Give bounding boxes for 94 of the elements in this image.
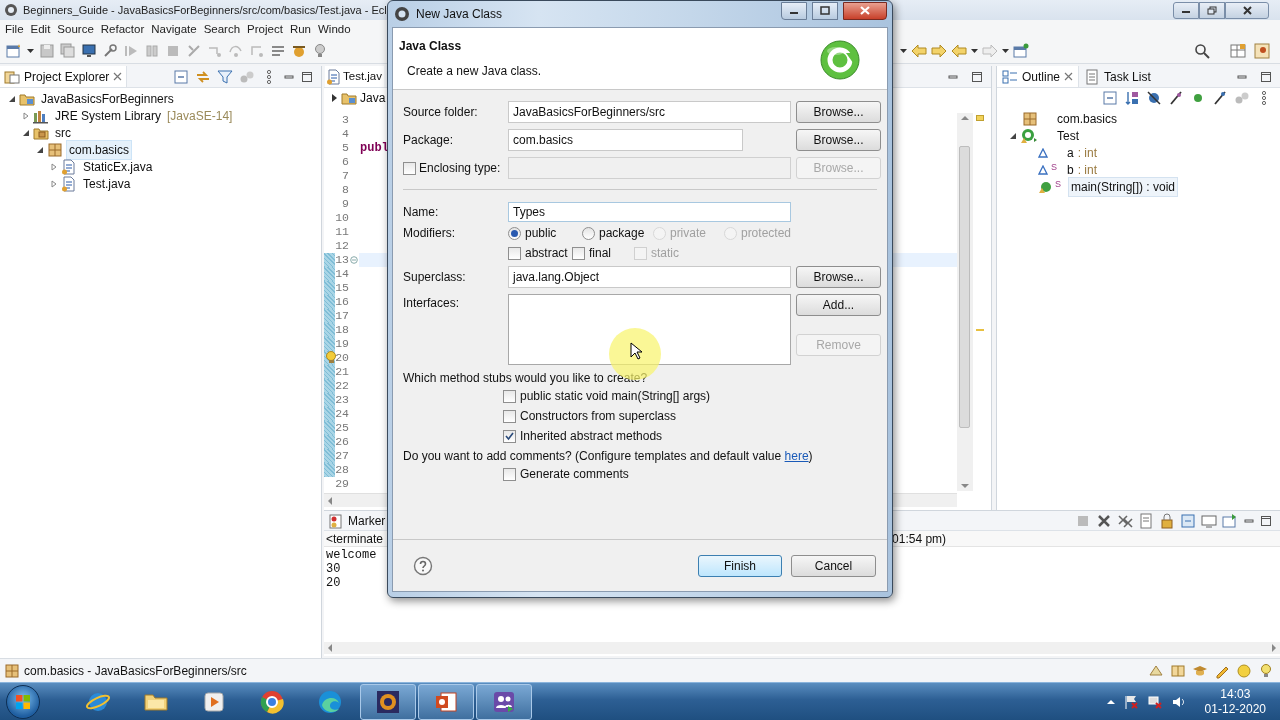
type-label: : int: [1077, 144, 1098, 162]
checkbox-label: public static void main(String[] args): [520, 388, 711, 405]
field-label: Package:: [403, 132, 455, 149]
line-number: 3: [341, 114, 349, 126]
console-output: welcome: [325, 548, 377, 562]
window-title: Beginners_Guide - JavaBasicsForBeginners/src/com/basics/Test.java - Ecl: [23, 2, 387, 18]
console-output: 20: [325, 576, 341, 590]
console-output: 30: [325, 562, 341, 576]
browse-button[interactable]: Browse...: [796, 101, 881, 123]
line-number: 22: [335, 380, 349, 392]
console-header: 01:54 pm): [892, 530, 947, 548]
console-header: <terminate: [325, 530, 384, 548]
add-button[interactable]: Add...: [796, 294, 881, 316]
menu-item[interactable]: File: [5, 20, 24, 39]
line-number: 17: [335, 310, 349, 322]
menu-item[interactable]: Run: [289, 20, 311, 39]
panel-tab[interactable]: Outline: [997, 66, 1080, 87]
code-line: publ: [360, 142, 389, 154]
checkbox-label: Constructors from superclass: [520, 408, 677, 425]
line-number: 10: [335, 212, 349, 224]
clock-date[interactable]: 01-12-2020: [1204, 701, 1266, 717]
line-number: 13: [335, 254, 349, 266]
menu-item[interactable]: Source: [57, 20, 94, 39]
text-field[interactable]: com.basics: [508, 129, 743, 151]
line-number: 11: [335, 226, 349, 238]
field-label: Superclass:: [403, 269, 467, 286]
panel-tab[interactable]: Task List: [1079, 66, 1156, 87]
finish-button[interactable]: Finish: [698, 554, 782, 577]
panel-tab[interactable]: Marker: [324, 511, 390, 530]
line-number: 20: [335, 352, 349, 364]
line-number: 26: [335, 436, 349, 448]
text-field[interactable]: JavaBasicsForBeginners/src: [508, 101, 791, 123]
breadcrumb[interactable]: Java: [360, 89, 386, 107]
radio-label: public: [525, 225, 557, 242]
clock-time[interactable]: 14:03: [1220, 686, 1251, 702]
field-label: Enclosing type:: [419, 160, 501, 177]
line-number: 5: [341, 142, 349, 154]
status-text: com.basics - JavaBasicsForBeginners/src: [24, 662, 247, 680]
text-field[interactable]: Types: [508, 202, 791, 222]
checkbox-label: final: [589, 245, 611, 262]
field-label: Interfaces:: [403, 295, 461, 312]
line-number: 25: [335, 422, 349, 434]
question-text: Which method stubs would you like to create?: [403, 370, 649, 385]
text-field[interactable]: java.lang.Object: [508, 266, 791, 288]
menu-item[interactable]: Navigate: [151, 20, 197, 39]
tree-item[interactable]: com.basics: [66, 139, 133, 160]
line-number: 6: [341, 156, 349, 168]
line-number: 27: [335, 450, 349, 462]
field-label: Name:: [403, 204, 440, 221]
editor-tab[interactable]: Test.jav: [325, 66, 384, 87]
radio-label: package: [598, 225, 645, 242]
modifier-mark: S: [1051, 162, 1057, 172]
checkbox-label: static: [651, 245, 679, 262]
line-number: 15: [335, 282, 349, 294]
menu-item[interactable]: Project: [247, 20, 283, 39]
line-number: 4: [341, 128, 349, 140]
outline-item[interactable]: main(String[]) : void: [1068, 176, 1179, 197]
line-number: 28: [335, 464, 349, 476]
menu-item[interactable]: Edit: [30, 20, 51, 39]
dialog-description: Create a new Java class.: [407, 63, 542, 80]
browse-button[interactable]: Browse...: [796, 129, 881, 151]
line-number: 16: [335, 296, 349, 308]
tree-item-detail: [JavaSE-14]: [167, 107, 233, 125]
menu-item[interactable]: Search: [203, 20, 241, 39]
checkbox-label: abstract: [525, 245, 568, 262]
line-number: 8: [341, 184, 349, 196]
panel-tab[interactable]: Project Explorer: [0, 66, 128, 87]
menu-item[interactable]: Refactor: [100, 20, 145, 39]
type-label: : int: [1077, 161, 1098, 179]
question-text: Do you want to add comments? (Configure templates and default value here): [403, 448, 814, 463]
radio-label: private: [669, 225, 706, 242]
line-number: 19: [335, 338, 349, 350]
line-number: 14: [335, 268, 349, 280]
field-label: Modifiers:: [403, 225, 456, 242]
link[interactable]: here: [784, 449, 809, 463]
line-number: 29: [335, 478, 349, 490]
line-number: 21: [335, 366, 349, 378]
line-number: 23: [335, 394, 349, 406]
cancel-button[interactable]: Cancel: [791, 554, 876, 577]
menu-item[interactable]: Windo: [318, 20, 351, 39]
browse-button[interactable]: Browse...: [796, 266, 881, 288]
dialog-title: New Java Class: [416, 6, 503, 23]
checkbox-label: Generate comments: [520, 466, 629, 483]
field-label: Source folder:: [403, 104, 479, 121]
line-number: 7: [341, 170, 349, 182]
checkbox-label: Inherited abstract methods: [520, 428, 663, 445]
line-number: 9: [341, 198, 349, 210]
modifier-mark: S: [1055, 179, 1061, 189]
line-number: 24: [335, 408, 349, 420]
radio-label: protected: [740, 225, 791, 242]
line-number: 18: [335, 324, 349, 336]
tab-label: Project Explorer: [24, 68, 110, 86]
line-number: 12: [335, 240, 349, 252]
dialog-heading: Java Class: [399, 38, 463, 55]
